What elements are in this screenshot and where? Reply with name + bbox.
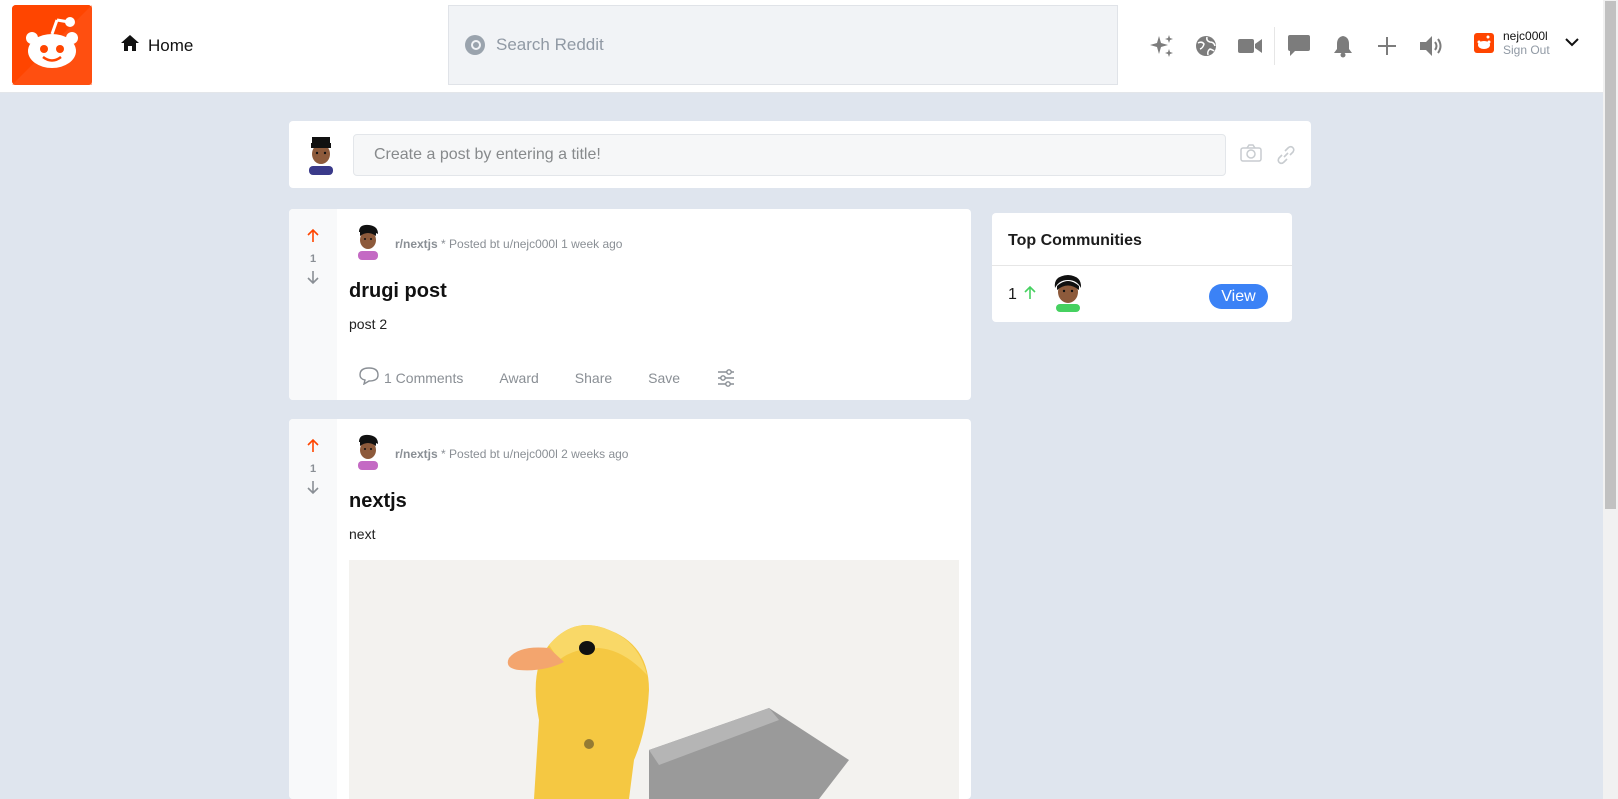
chat-icon[interactable] xyxy=(1277,28,1321,64)
speaker-icon[interactable] xyxy=(1409,28,1453,64)
post-body: post 2 xyxy=(349,316,388,332)
post-title[interactable]: drugi post xyxy=(349,280,447,303)
view-community-button[interactable]: View xyxy=(1209,284,1268,309)
subreddit-link[interactable]: r/nextjs xyxy=(395,447,438,461)
sparkle-icon[interactable] xyxy=(1140,28,1184,64)
home-icon xyxy=(120,34,140,57)
post-meta: r/nextjs * Posted bt u/nejc000l 1 week a… xyxy=(353,224,622,263)
share-button[interactable]: Share xyxy=(575,370,612,386)
comments-label: 1 Comments xyxy=(384,369,464,386)
post-card[interactable]: 1 r/nextjs * Posted bt u/nejc000l 1 week… xyxy=(289,209,971,400)
comments-button[interactable]: 1 Comments xyxy=(359,367,463,388)
user-avatar xyxy=(353,224,383,263)
post-body: next xyxy=(349,526,376,542)
header-divider xyxy=(1274,27,1275,65)
user-info: nejc000l Sign Out xyxy=(1503,29,1550,57)
user-avatar xyxy=(306,137,336,180)
plus-icon[interactable] xyxy=(1365,28,1409,64)
arrow-up-icon xyxy=(1023,285,1037,306)
reddit-logo[interactable] xyxy=(12,5,92,85)
post-actions: 1 Comments Award Share Save xyxy=(359,367,772,388)
community-rank: 1 xyxy=(1008,286,1017,303)
subreddit-link[interactable]: r/nextjs xyxy=(395,237,438,251)
vote-column: 1 xyxy=(289,419,337,799)
vote-count: 1 xyxy=(309,253,317,265)
vote-count: 1 xyxy=(309,463,317,475)
scrollbar[interactable] xyxy=(1603,0,1618,799)
camera-icon[interactable] xyxy=(1239,143,1263,168)
scrollbar-thumb[interactable] xyxy=(1605,1,1616,509)
video-icon[interactable] xyxy=(1228,28,1272,64)
user-avatar xyxy=(1474,33,1494,53)
create-post-input[interactable] xyxy=(353,134,1226,176)
downvote-arrow-icon[interactable] xyxy=(306,269,320,290)
save-button[interactable]: Save xyxy=(648,370,680,386)
user-avatar xyxy=(353,434,383,473)
bell-icon[interactable] xyxy=(1321,28,1365,64)
create-post-bar xyxy=(289,121,1311,188)
post-meta: r/nextjs * Posted bt u/nejc000l 2 weeks … xyxy=(353,434,628,473)
search-input[interactable] xyxy=(496,35,1096,55)
sign-out-link[interactable]: Sign Out xyxy=(1503,43,1550,57)
search-icon xyxy=(465,35,485,55)
post-image[interactable] xyxy=(349,560,959,799)
upvote-arrow-icon[interactable] xyxy=(306,438,320,459)
post-meta-text: * Posted bt u/nejc000l 1 week ago xyxy=(437,236,623,251)
search-bar[interactable] xyxy=(448,5,1118,85)
upvote-arrow-icon[interactable] xyxy=(306,228,320,249)
user-menu[interactable]: nejc000l Sign Out xyxy=(1474,29,1580,57)
top-header: Home Search Reddit nejc000l Sign Out xyxy=(0,0,1603,93)
downvote-arrow-icon[interactable] xyxy=(306,479,320,500)
globe-icon[interactable] xyxy=(1184,28,1228,64)
options-sliders-icon[interactable] xyxy=(716,368,736,387)
award-button[interactable]: Award xyxy=(499,370,538,386)
vote-column: 1 xyxy=(289,209,337,400)
top-communities-card: Top Communities 1 View xyxy=(992,213,1292,322)
community-avatar xyxy=(1051,274,1085,317)
comment-icon xyxy=(359,367,379,388)
home-nav[interactable]: Home xyxy=(120,34,193,57)
post-meta-text: * Posted bt u/nejc000l 2 weeks ago xyxy=(437,446,629,461)
community-row[interactable]: 1 View xyxy=(1008,274,1284,317)
home-label: Home xyxy=(148,35,194,55)
header-actions xyxy=(1140,27,1453,65)
username: nejc000l xyxy=(1503,29,1548,43)
link-icon[interactable] xyxy=(1274,143,1298,172)
chevron-down-icon[interactable] xyxy=(1564,34,1580,52)
post-title[interactable]: nextjs xyxy=(349,490,407,513)
page: Home Search Reddit nejc000l Sign Out Cre… xyxy=(0,0,1618,799)
top-communities-title: Top Communities xyxy=(992,213,1292,266)
